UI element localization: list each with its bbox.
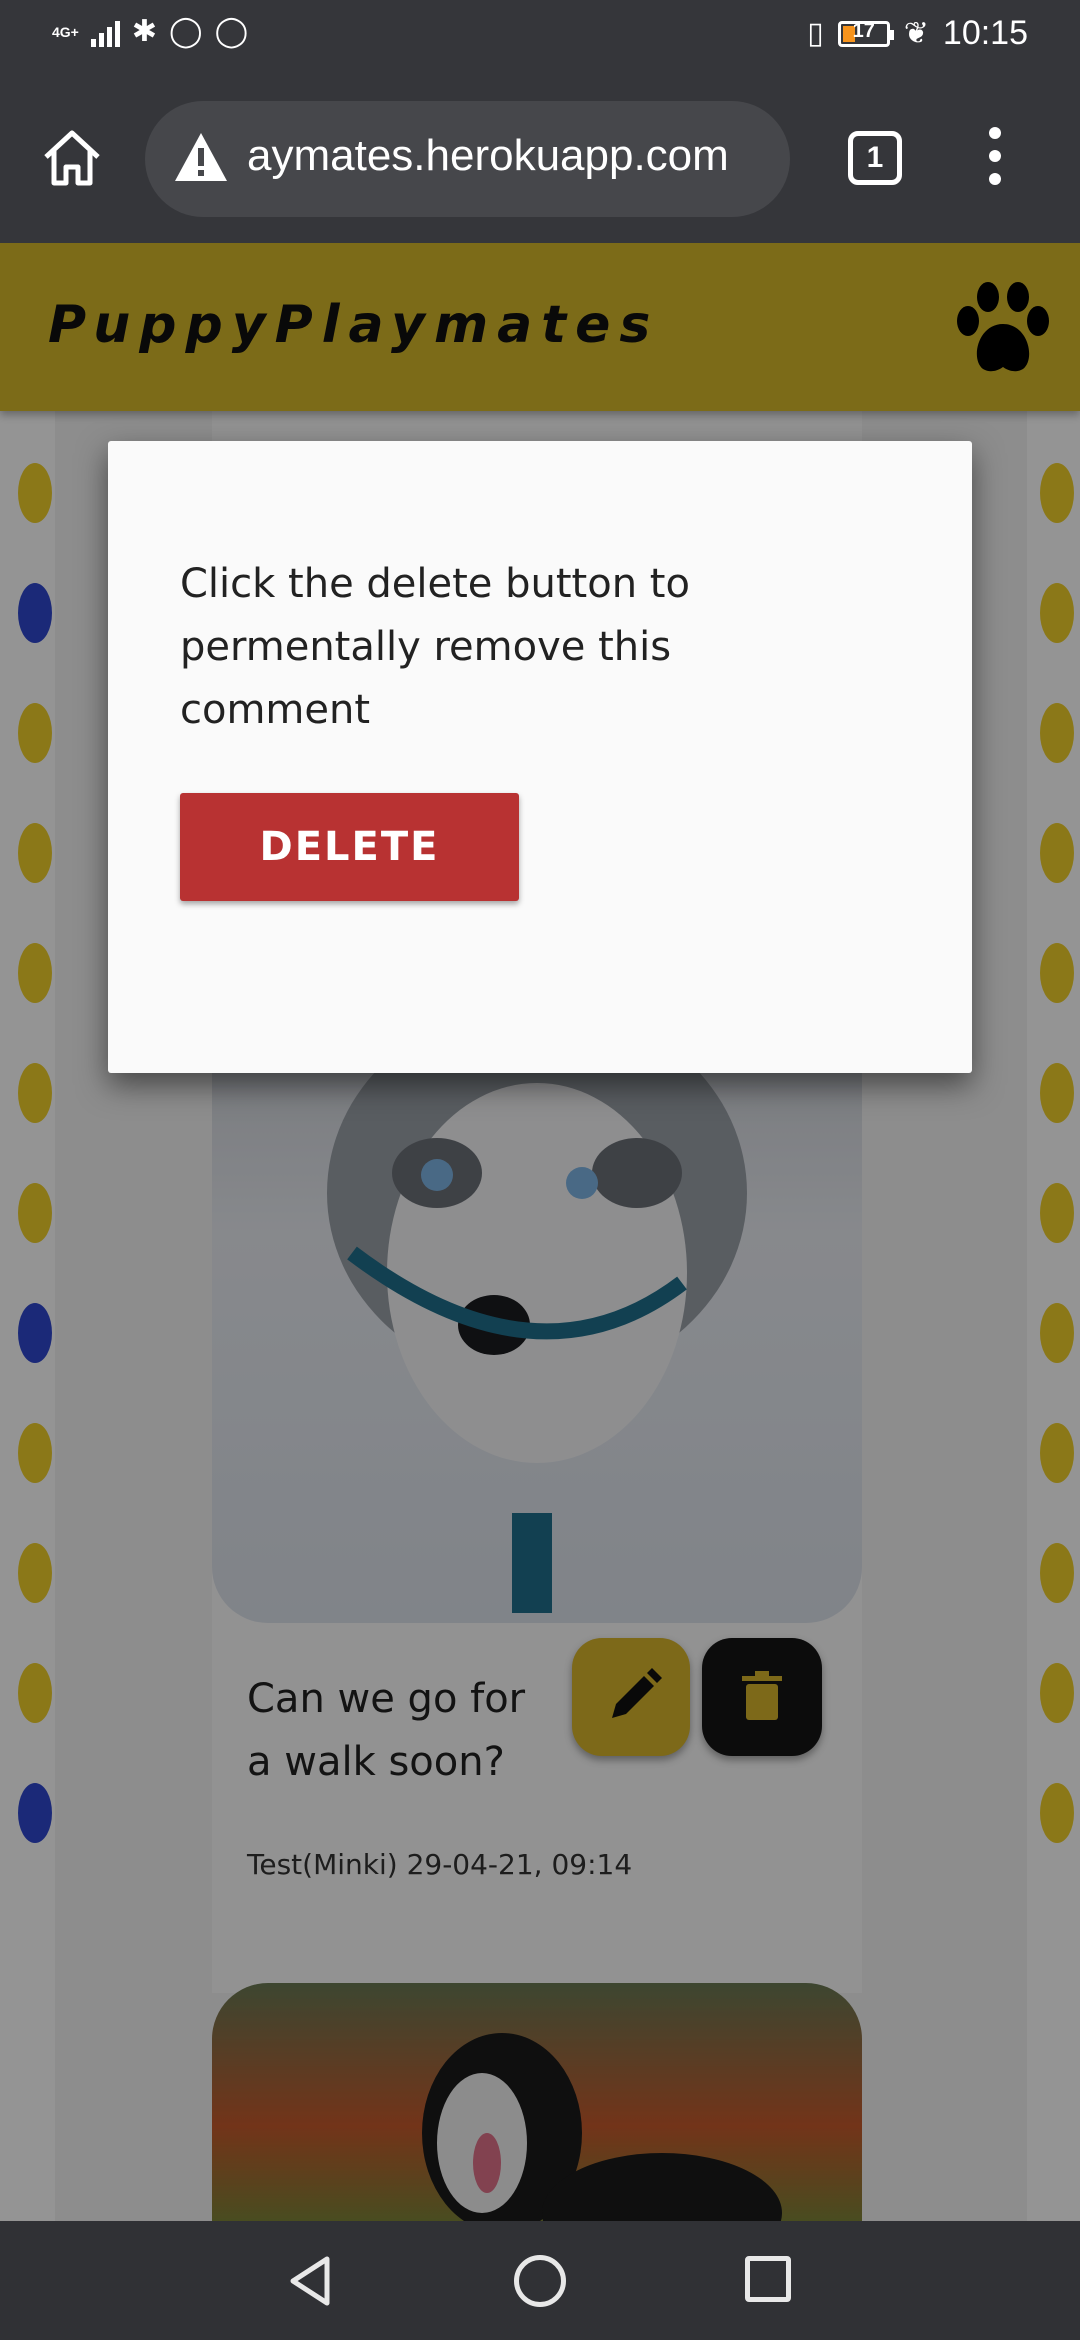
- confirm-delete-button[interactable]: DELETE: [180, 793, 519, 901]
- system-nav-bar: [0, 2221, 1080, 2340]
- vibrate-icon: ▯: [807, 17, 824, 50]
- status-right: ▯ 17 ❦ 10:15: [807, 14, 1028, 53]
- recent-apps-icon[interactable]: [745, 2256, 791, 2302]
- whatsapp-icon: ◯: [169, 15, 203, 48]
- battery-icon: 17: [837, 19, 894, 47]
- status-bar: 4G+ ✱ ◯ ◯ ▯ 17 ❦ 10:15: [0, 0, 1080, 75]
- home-nav-icon[interactable]: [514, 2255, 566, 2307]
- warning-icon: [175, 133, 227, 181]
- url-text: aymates.herokuapp.com: [247, 131, 729, 180]
- address-bar[interactable]: aymates.herokuapp.com: [145, 101, 790, 217]
- tab-switcher-button[interactable]: 1: [848, 131, 902, 185]
- messenger-icon: ◯: [214, 15, 249, 48]
- delete-confirm-modal: Click the delete button to permentally r…: [108, 441, 972, 1073]
- status-left: 4G+ ✱ ◯ ◯: [52, 14, 248, 49]
- back-icon[interactable]: [285, 2255, 337, 2307]
- signal-icon: [90, 17, 120, 47]
- overflow-menu-icon[interactable]: [985, 127, 1005, 187]
- bluetooth-icon: ✱: [131, 15, 157, 48]
- leaf-icon: ❦: [903, 17, 929, 50]
- home-icon[interactable]: [40, 125, 104, 189]
- clock: 10:15: [942, 14, 1028, 52]
- web-page: Can we go for a walk soon? Test(Minki) 2…: [0, 243, 1080, 2221]
- browser-toolbar: aymates.herokuapp.com 1: [0, 75, 1080, 243]
- network-type: 4G+: [52, 23, 79, 40]
- battery-level: 17: [852, 19, 875, 42]
- modal-message: Click the delete button to permentally r…: [180, 561, 690, 733]
